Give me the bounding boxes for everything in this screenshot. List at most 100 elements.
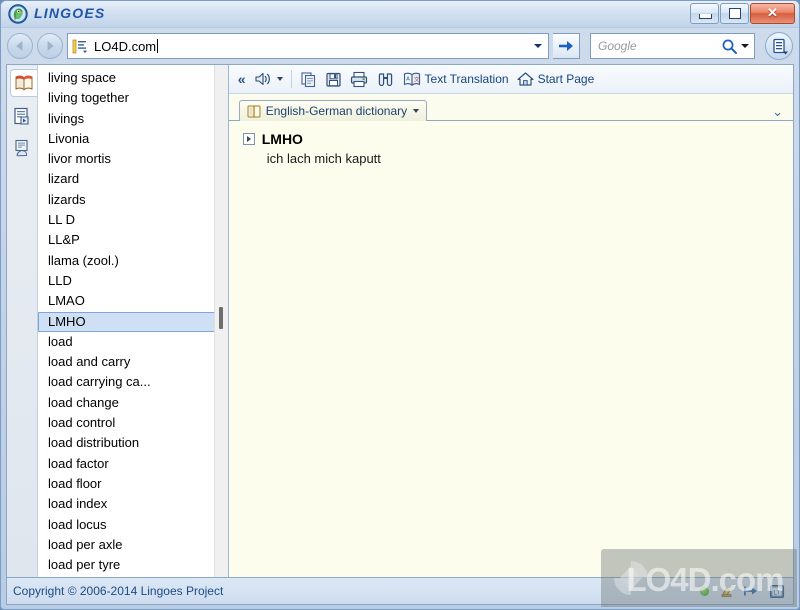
address-value: LO4D.com — [94, 39, 530, 54]
sidebar-item-dictionary[interactable] — [10, 69, 37, 97]
green-status-dot-icon[interactable] — [700, 587, 709, 596]
printer-icon — [350, 71, 368, 88]
start-page-button[interactable]: Start Page — [514, 68, 598, 90]
maximize-icon — [729, 8, 741, 19]
back-arrow-icon — [16, 41, 22, 51]
back-button[interactable] — [7, 33, 33, 59]
collapse-button[interactable]: « — [235, 68, 249, 90]
scrollbar-thumb[interactable] — [219, 307, 223, 329]
address-input[interactable]: LO4D.com — [67, 33, 549, 59]
book-translate-icon: A 文 — [403, 71, 421, 87]
word-list-item[interactable]: LLD — [38, 271, 215, 291]
find-button[interactable] — [373, 68, 398, 90]
save-button[interactable] — [322, 68, 345, 90]
entry-definition: ich lach mich kaputt — [267, 151, 793, 166]
word-list-item[interactable]: Livonia — [38, 129, 215, 149]
minimize-icon — [699, 14, 712, 19]
content-panel: « — [228, 65, 793, 577]
svg-text:文: 文 — [414, 75, 420, 83]
chevron-down-icon — [277, 77, 283, 81]
word-list-item[interactable]: load per tyre — [38, 555, 215, 575]
entry-headword: LMHO — [262, 131, 303, 147]
clipboard-icon[interactable]: LT — [769, 584, 785, 599]
word-list-item[interactable]: load and carry — [38, 352, 215, 372]
open-book-icon — [14, 74, 34, 92]
text-translation-button[interactable]: A 文 Text Translation — [400, 68, 512, 90]
pronounce-button[interactable] — [251, 68, 286, 90]
svg-text:LT: LT — [773, 589, 780, 596]
word-list-item-selected[interactable]: LMHO — [38, 312, 215, 332]
list-lines-icon — [72, 39, 88, 54]
sidebar-item-notes[interactable] — [9, 135, 35, 161]
dictionary-tab-bar: English-German dictionary ⌄ — [229, 94, 793, 121]
home-icon — [517, 71, 534, 87]
menu-list-icon — [766, 33, 792, 59]
sidebar-tabstrip — [7, 65, 38, 577]
floppy-save-icon — [325, 71, 342, 88]
window-controls: ✕ — [690, 3, 795, 24]
text-translation-label: Text Translation — [425, 72, 509, 86]
dictionary-overflow-chevron-down-icon[interactable]: ⌄ — [772, 107, 783, 117]
search-input[interactable]: Google — [590, 33, 755, 59]
toolbar-separator — [291, 70, 292, 88]
search-page-icon — [12, 106, 32, 126]
app-window: LINGOES ✕ — [0, 0, 800, 610]
speaker-icon — [254, 71, 272, 87]
dictionary-tab-english-german[interactable]: English-German dictionary — [239, 100, 427, 121]
text-caret — [157, 39, 158, 53]
address-dropdown-button[interactable] — [530, 36, 546, 56]
capture-icon[interactable] — [720, 585, 733, 598]
word-list[interactable]: living spaceliving togetherlivingsLivoni… — [38, 65, 215, 577]
print-button[interactable] — [347, 68, 371, 90]
close-button[interactable]: ✕ — [750, 3, 795, 24]
go-arrow-icon — [553, 34, 579, 58]
word-list-item[interactable]: living space — [38, 68, 215, 88]
app-title: LINGOES — [34, 5, 105, 21]
word-list-item[interactable]: load — [38, 332, 215, 352]
status-icons: LT — [700, 578, 785, 604]
hand-notes-icon — [12, 138, 32, 158]
search-dropdown-button[interactable] — [738, 36, 752, 56]
word-list-item[interactable]: LL&P — [38, 230, 215, 250]
maximize-button[interactable] — [720, 3, 749, 24]
copyright-text: Copyright © 2006-2014 Lingoes Project — [13, 584, 223, 598]
word-list-scrollbar[interactable] — [214, 65, 228, 577]
word-list-item[interactable]: load distribution — [38, 433, 215, 453]
word-list-item[interactable]: livings — [38, 109, 215, 129]
word-list-item[interactable]: living together — [38, 88, 215, 108]
search-placeholder: Google — [598, 39, 721, 53]
parrot-logo-icon — [8, 4, 28, 24]
word-list-item[interactable]: load change — [38, 393, 215, 413]
collapse-icon: « — [238, 71, 246, 87]
expander-collapsed-icon[interactable] — [243, 133, 255, 145]
word-list-item[interactable]: load carrying ca... — [38, 372, 215, 392]
word-list-item[interactable]: load factor — [38, 454, 215, 474]
forward-button[interactable] — [37, 33, 63, 59]
word-list-item[interactable]: LMAO — [38, 291, 215, 311]
main-body: living spaceliving togetherlivingsLivoni… — [6, 64, 794, 577]
word-list-item[interactable]: load floor — [38, 474, 215, 494]
word-list-item[interactable]: lizard — [38, 169, 215, 189]
copy-button[interactable] — [297, 68, 320, 90]
options-button[interactable] — [765, 32, 793, 60]
chevron-down-icon[interactable] — [413, 109, 419, 113]
arrow-right-icon[interactable] — [744, 585, 758, 597]
sidebar-item-index[interactable] — [9, 103, 35, 129]
minimize-button[interactable] — [690, 3, 719, 24]
go-button[interactable] — [553, 33, 580, 59]
word-list-item[interactable]: load control — [38, 413, 215, 433]
word-list-item[interactable]: load locus — [38, 515, 215, 535]
book-icon — [247, 105, 261, 118]
entry-header-row: LMHO — [243, 131, 793, 147]
word-list-item[interactable]: load per axle — [38, 535, 215, 555]
word-list-item[interactable]: lizards — [38, 190, 215, 210]
word-list-item[interactable]: llama (zool.) — [38, 251, 215, 271]
dictionary-tab-label: English-German dictionary — [266, 104, 407, 118]
word-list-item[interactable]: LL D — [38, 210, 215, 230]
word-list-item[interactable]: livor mortis — [38, 149, 215, 169]
article-pane: LMHO ich lach mich kaputt — [229, 121, 793, 577]
magnifier-icon[interactable] — [721, 38, 738, 55]
copy-icon — [300, 71, 317, 88]
title-bar: LINGOES ✕ — [1, 1, 799, 28]
word-list-item[interactable]: load index — [38, 494, 215, 514]
